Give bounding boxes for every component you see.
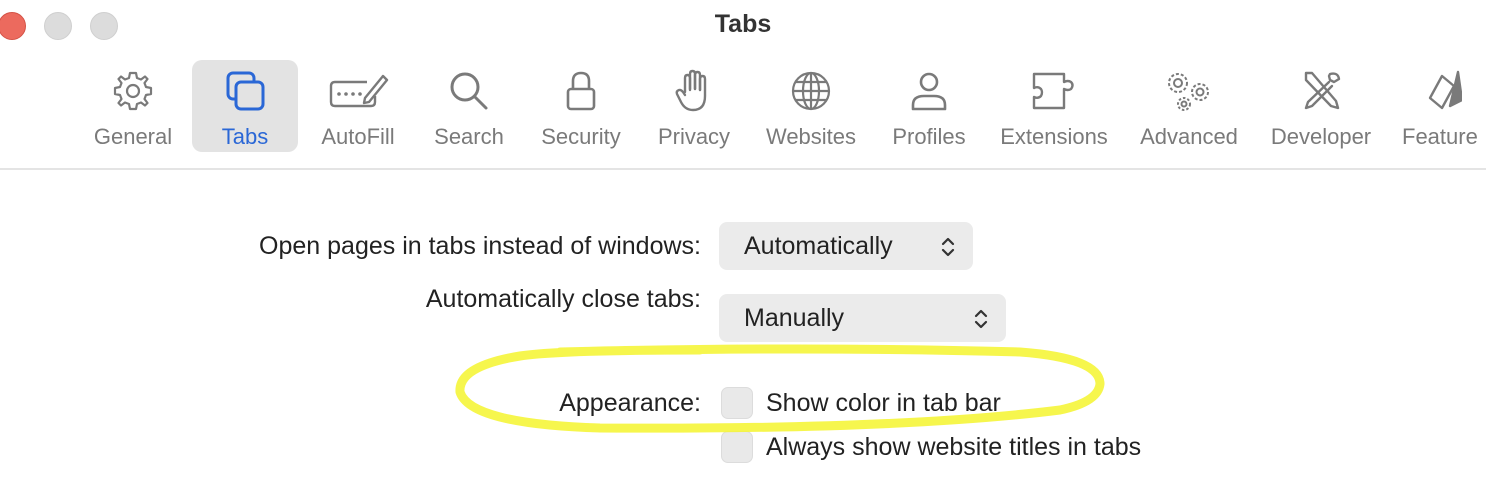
toolbar-item-autofill[interactable]: AutoFill	[310, 60, 406, 152]
appearance-label: Appearance:	[559, 389, 701, 417]
toolbar-label: AutoFill	[321, 124, 395, 149]
toolbar-label: Privacy	[657, 124, 731, 149]
website-titles-checkbox[interactable]	[721, 431, 753, 463]
toolbar-label: Developer	[1270, 124, 1372, 149]
flags-icon	[1428, 70, 1462, 110]
toolbar-label: Profiles	[892, 124, 966, 149]
toolbar-label: Search	[434, 124, 504, 149]
toolbar-item-feature-flags[interactable]: Feature	[1394, 60, 1486, 152]
toolbar-divider	[0, 168, 1486, 170]
gear-icon	[113, 71, 153, 111]
hand-icon	[675, 69, 707, 112]
toolbar-item-general[interactable]: General	[84, 60, 182, 152]
open-pages-value: Automatically	[744, 231, 893, 260]
toolbar-item-privacy[interactable]: Privacy	[648, 60, 740, 152]
auto-close-label: Automatically close tabs:	[425, 285, 701, 313]
toolbar-item-profiles[interactable]: Profiles	[882, 60, 976, 152]
toolbar-item-extensions[interactable]: Extensions	[992, 60, 1116, 152]
magnifier-icon	[450, 72, 488, 110]
lock-icon	[566, 71, 596, 111]
toolbar-label: Tabs	[221, 124, 269, 149]
open-pages-label: Open pages in tabs instead of windows:	[259, 232, 701, 260]
toolbar-label: Feature	[1402, 124, 1478, 149]
toolbar-label: General	[93, 124, 173, 149]
chevron-updown-icon	[941, 237, 955, 257]
website-titles-label[interactable]: Always show website titles in tabs	[766, 433, 1141, 462]
tabs-icon	[226, 71, 265, 111]
toolbar-item-search[interactable]: Search	[424, 60, 514, 152]
toolbar-label: Extensions	[1000, 124, 1108, 149]
toolbar-label: Websites	[765, 124, 857, 149]
chevron-updown-icon	[974, 309, 988, 329]
safari-settings-window: Tabs General Tabs AutoFill Search Securi…	[0, 0, 1486, 482]
globe-icon	[791, 71, 831, 111]
person-icon	[911, 72, 947, 111]
open-pages-popup[interactable]: Automatically	[719, 222, 973, 270]
show-color-label[interactable]: Show color in tab bar	[766, 389, 1001, 418]
window-title: Tabs	[714, 10, 772, 38]
toolbar-item-tabs[interactable]: Tabs	[192, 60, 298, 152]
toolbar-label: Advanced	[1140, 124, 1238, 149]
show-color-checkbox[interactable]	[721, 387, 753, 419]
tools-icon	[1304, 71, 1341, 110]
gears-icon	[1168, 73, 1209, 111]
auto-close-value: Manually	[744, 303, 845, 332]
auto-close-popup[interactable]: Manually	[719, 294, 1006, 342]
toolbar-label: Security	[541, 124, 621, 149]
puzzle-icon	[1032, 72, 1074, 110]
toolbar-item-security[interactable]: Security	[532, 60, 630, 152]
toolbar-item-developer[interactable]: Developer	[1262, 60, 1380, 152]
toolbar-item-advanced[interactable]: Advanced	[1130, 60, 1248, 152]
toolbar-item-websites[interactable]: Websites	[756, 60, 866, 152]
autofill-icon	[329, 74, 389, 108]
